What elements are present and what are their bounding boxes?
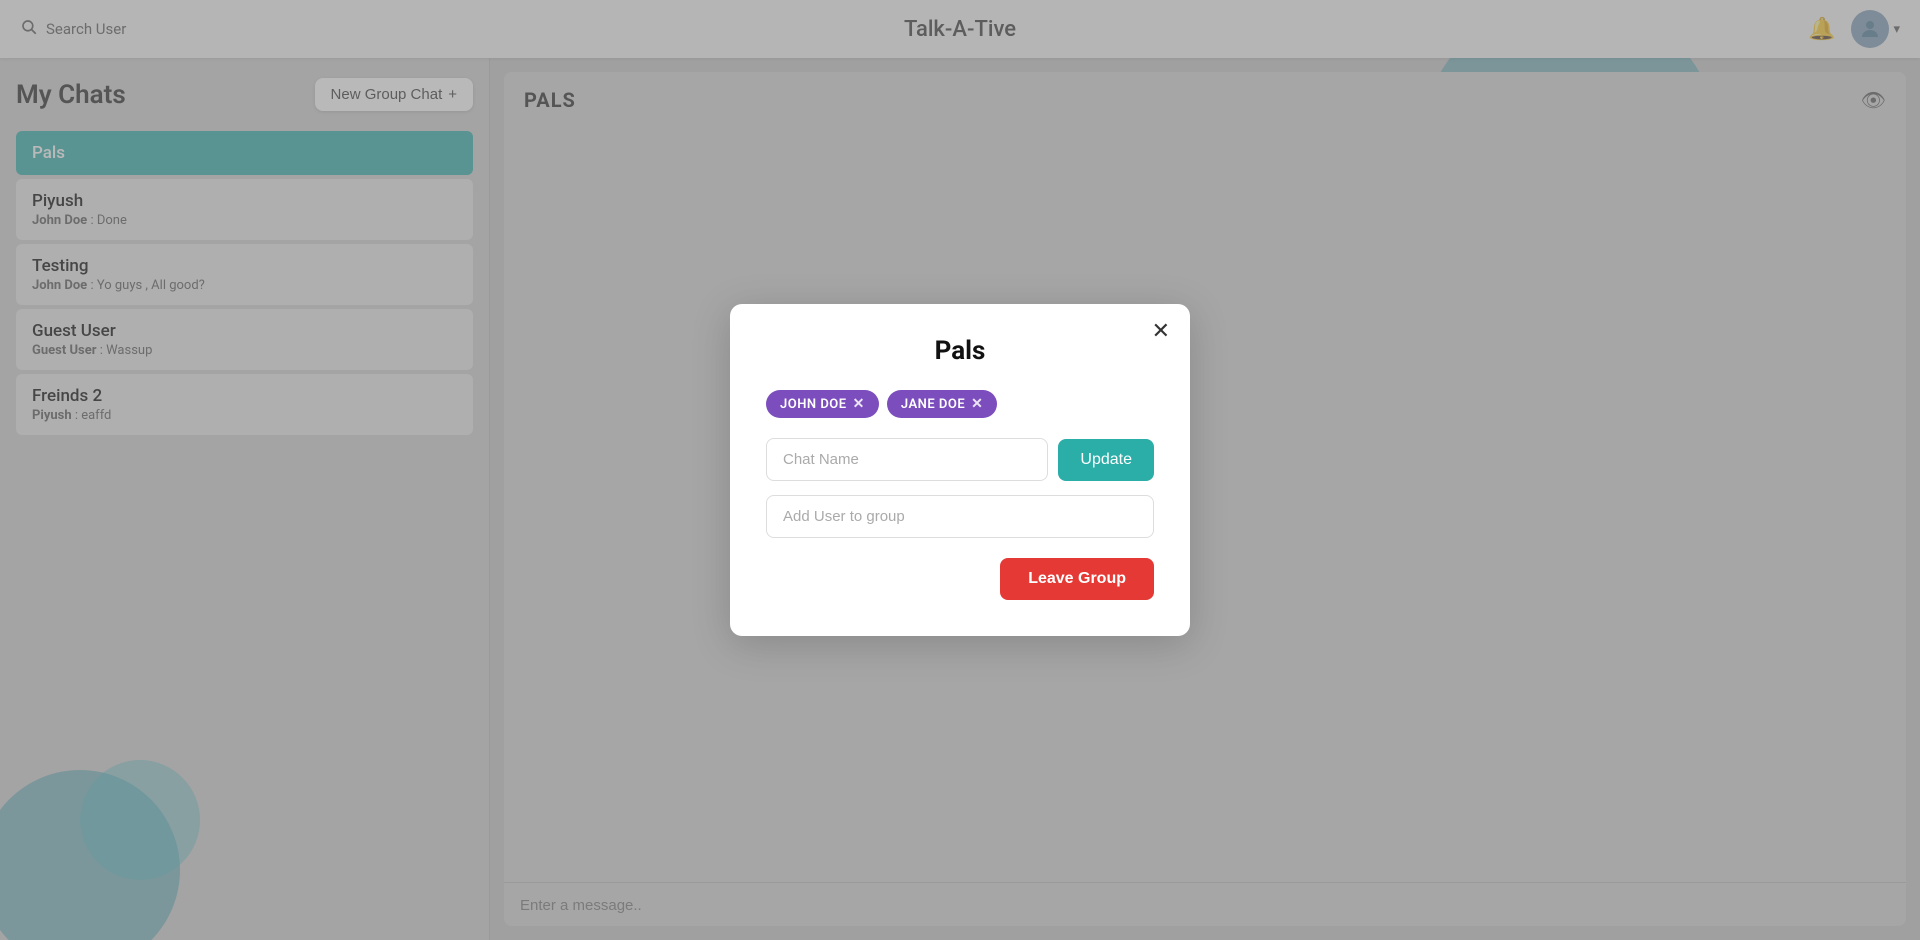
chat-name-input[interactable] xyxy=(766,438,1048,481)
tag-label: JOHN DOE xyxy=(780,397,847,412)
remove-john-doe-button[interactable]: ✕ xyxy=(853,396,865,412)
modal-tags: JOHN DOE ✕ JANE DOE ✕ xyxy=(766,390,1154,418)
update-button[interactable]: Update xyxy=(1058,439,1154,481)
modal-close-button[interactable]: ✕ xyxy=(1152,320,1170,342)
group-settings-modal: ✕ Pals JOHN DOE ✕ JANE DOE ✕ Update Leav… xyxy=(730,304,1190,636)
modal-title: Pals xyxy=(766,336,1154,366)
modal-overlay[interactable]: ✕ Pals JOHN DOE ✕ JANE DOE ✕ Update Leav… xyxy=(0,0,1920,940)
tag-label: JANE DOE xyxy=(901,397,965,412)
add-user-input[interactable] xyxy=(766,495,1154,538)
tag-john-doe: JOHN DOE ✕ xyxy=(766,390,879,418)
tag-jane-doe: JANE DOE ✕ xyxy=(887,390,998,418)
chat-name-row: Update xyxy=(766,438,1154,481)
remove-jane-doe-button[interactable]: ✕ xyxy=(971,396,983,412)
modal-footer: Leave Group xyxy=(766,558,1154,600)
leave-group-button[interactable]: Leave Group xyxy=(1000,558,1154,600)
